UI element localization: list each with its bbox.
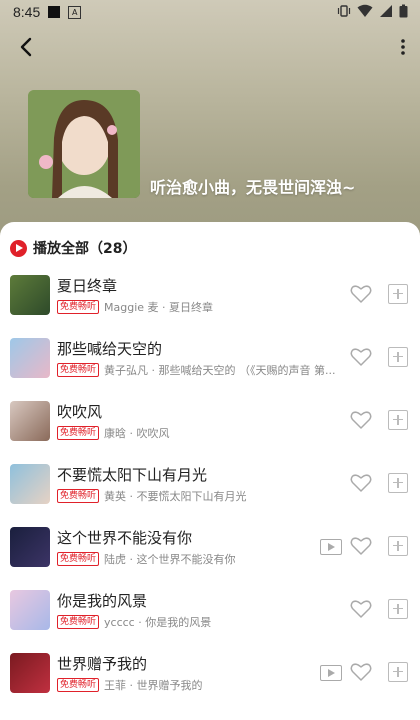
free-listen-badge: 免费畅听 <box>57 552 100 566</box>
favorite-heart-icon[interactable] <box>350 536 372 556</box>
song-list-panel: 播放全部（28） 夏日终章 免费畅听 Maggie 麦 · 夏日终章 那些喊给天空的免… <box>0 222 420 720</box>
add-to-playlist-icon[interactable] <box>388 599 408 619</box>
status-time: 8:45 <box>13 4 41 20</box>
song-cover-thumbnail <box>10 590 50 630</box>
song-meta: 免费畅听 Maggie 麦 · 夏日终章 <box>57 299 337 315</box>
free-listen-badge: 免费畅听 <box>57 426 100 440</box>
song-cover-thumbnail <box>10 653 50 693</box>
free-listen-badge: 免费畅听 <box>57 489 100 503</box>
song-artist-album: ycccc · 你是我的风景 <box>104 616 212 629</box>
song-title: 这个世界不能没有你 <box>57 529 193 547</box>
song-artist-album: 陆虎 · 这个世界不能没有你 <box>104 553 236 566</box>
song-meta: 免费畅听 ycccc · 你是我的风景 <box>57 614 337 630</box>
add-to-playlist-icon[interactable] <box>388 347 408 367</box>
playlist-headline: 听治愈小曲，无畏世间浑浊~ <box>150 178 356 197</box>
song-title: 世界赠予我的 <box>57 655 148 673</box>
song-row[interactable]: 吹吹风免费畅听 康晗 · 吹吹风 <box>0 401 420 459</box>
song-title: 吹吹风 <box>57 403 103 421</box>
song-cover-thumbnail <box>10 401 50 441</box>
song-artist-album: Maggie 麦 · 夏日终章 <box>104 301 214 314</box>
add-to-playlist-icon[interactable] <box>388 536 408 556</box>
favorite-heart-icon[interactable] <box>350 347 372 367</box>
song-row[interactable]: 你是我的风景免费畅听 ycccc · 你是我的风景 <box>0 590 420 648</box>
favorite-heart-icon[interactable] <box>350 473 372 493</box>
favorite-heart-icon[interactable] <box>350 662 372 682</box>
song-title: 夏日终章 <box>57 277 118 295</box>
free-listen-badge: 免费畅听 <box>57 363 100 377</box>
more-options-icon[interactable] <box>400 38 406 56</box>
song-cover-thumbnail <box>10 338 50 378</box>
favorite-heart-icon[interactable] <box>350 599 372 619</box>
back-arrow-icon[interactable] <box>14 34 40 60</box>
song-cover-thumbnail <box>10 464 50 504</box>
music-video-icon[interactable] <box>320 539 342 555</box>
add-to-playlist-icon[interactable] <box>388 662 408 682</box>
notification-icon <box>48 6 61 18</box>
song-artist-album: 黄英 · 不要慌太阳下山有月光 <box>104 490 247 503</box>
play-all-label: 播放全部（28） <box>33 241 137 257</box>
song-artist-album: 王菲 · 世界赠予我的 <box>104 679 203 692</box>
play-circle-icon <box>10 239 27 257</box>
play-all-button[interactable]: 播放全部（28） <box>10 238 136 258</box>
song-meta: 免费畅听 王菲 · 世界赠予我的 <box>57 677 337 693</box>
music-video-icon[interactable] <box>320 665 342 681</box>
a-notification-icon: A <box>68 5 82 19</box>
add-to-playlist-icon[interactable] <box>388 410 408 430</box>
song-artist-album: 康晗 · 吹吹风 <box>104 427 170 440</box>
favorite-heart-icon[interactable] <box>350 284 372 304</box>
song-cover-thumbnail <box>10 275 50 315</box>
song-title: 那些喊给天空的 <box>57 340 163 358</box>
favorite-heart-icon[interactable] <box>350 410 372 430</box>
song-row[interactable]: 不要慌太阳下山有月光免费畅听 黄英 · 不要慌太阳下山有月光 <box>0 464 420 522</box>
song-row[interactable]: 这个世界不能没有你免费畅听 陆虎 · 这个世界不能没有你 <box>0 527 420 585</box>
song-row[interactable]: 那些喊给天空的免费畅听 黄子弘凡 · 那些喊给天空的 （《天赐的声音 第... <box>0 338 420 396</box>
song-meta: 免费畅听 黄子弘凡 · 那些喊给天空的 （《天赐的声音 第... <box>57 362 337 378</box>
song-meta: 免费畅听 陆虎 · 这个世界不能没有你 <box>57 551 337 567</box>
status-bar: 8:45 A <box>0 0 420 24</box>
song-title: 你是我的风景 <box>57 592 148 610</box>
battery-icon <box>399 4 408 18</box>
add-to-playlist-icon[interactable] <box>388 473 408 493</box>
vibrate-icon <box>337 5 351 17</box>
free-listen-badge: 免费畅听 <box>57 300 100 314</box>
song-artist-album: 黄子弘凡 · 那些喊给天空的 （《天赐的声音 第... <box>104 364 336 377</box>
song-row[interactable]: 世界赠予我的免费畅听 王菲 · 世界赠予我的 <box>0 653 420 711</box>
signal-icon <box>380 5 392 17</box>
song-meta: 免费畅听 黄英 · 不要慌太阳下山有月光 <box>57 488 337 504</box>
playlist-cover-image[interactable] <box>28 90 140 198</box>
wifi-icon <box>357 4 373 17</box>
song-row[interactable]: 夏日终章免费畅听 Maggie 麦 · 夏日终章 <box>0 275 420 333</box>
song-meta: 免费畅听 康晗 · 吹吹风 <box>57 425 337 441</box>
song-title: 不要慌太阳下山有月光 <box>57 466 208 484</box>
add-to-playlist-icon[interactable] <box>388 284 408 304</box>
free-listen-badge: 免费畅听 <box>57 615 100 629</box>
song-cover-thumbnail <box>10 527 50 567</box>
free-listen-badge: 免费畅听 <box>57 678 100 692</box>
